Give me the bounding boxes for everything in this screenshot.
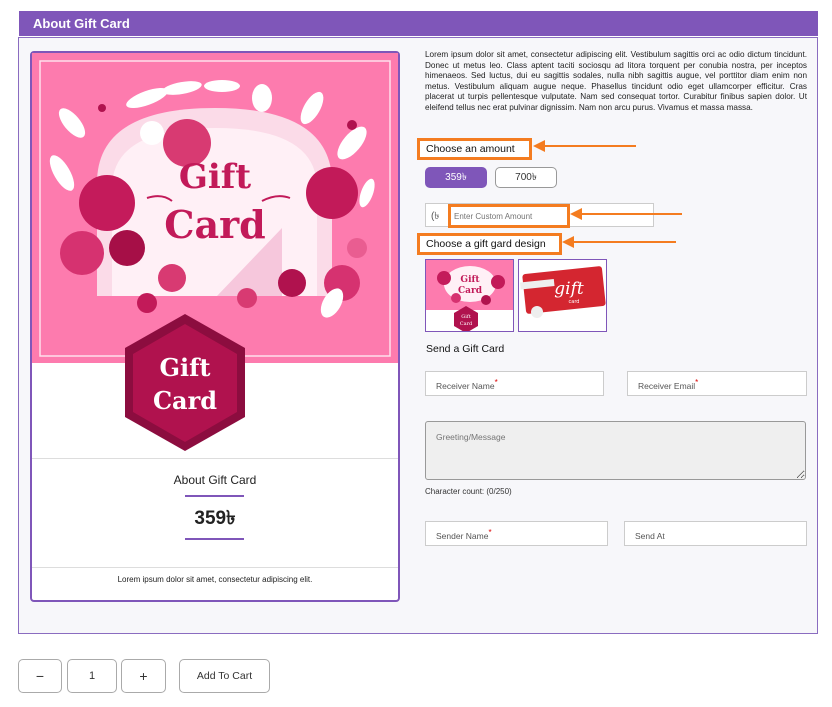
preview-price-underline — [185, 538, 244, 540]
receiver-email-placeholder: Receiver Email — [638, 381, 696, 391]
design-thumb-red[interactable]: gift card — [518, 259, 607, 332]
thumb1-text-gift: Gift — [460, 275, 480, 285]
gift-card-artwork: Gift Card Gift Card — [32, 53, 398, 458]
hex-text-card: Card — [153, 386, 217, 415]
thumb1-hex-card: Card — [460, 321, 473, 327]
choose-design-label: Choose a gift gard design — [417, 233, 562, 255]
preview-title-underline — [185, 495, 244, 497]
sender-name-field[interactable]: Sender Name* — [425, 521, 608, 546]
thumb1-hex-gift: Gift — [461, 314, 470, 320]
send-gift-card-title: Send a Gift Card — [426, 343, 505, 355]
hex-text-gift: Gift — [159, 353, 210, 382]
custom-amount-input[interactable] — [448, 204, 570, 228]
choose-amount-label: Choose an amount — [417, 138, 532, 160]
thumb2-text-gift: gift — [554, 279, 584, 299]
arrow-icon — [533, 140, 636, 152]
required-marker: * — [494, 378, 498, 387]
thumb1-text-card: Card — [458, 286, 483, 296]
character-count: Character count: (0/250) — [425, 487, 512, 496]
receiver-name-field[interactable]: Receiver Name* — [425, 371, 604, 396]
amount-option-700[interactable]: 700৳ — [495, 167, 557, 188]
design-thumb-pink[interactable]: Gift Card Gift Card — [425, 259, 514, 332]
send-at-placeholder: Send At — [635, 531, 665, 541]
card-title-gift: Gift — [179, 157, 252, 197]
quantity-decrease-button[interactable]: − — [18, 659, 62, 693]
sender-name-placeholder: Sender Name — [436, 531, 489, 541]
add-to-cart-button[interactable]: Add To Cart — [179, 659, 270, 693]
arrow-icon — [570, 208, 682, 220]
currency-symbol: (৳ — [431, 211, 440, 222]
product-description: Lorem ipsum dolor sit amet, consectetur … — [425, 50, 807, 112]
preview-price: 359৳ — [194, 508, 236, 529]
quantity-input[interactable]: 1 — [67, 659, 117, 693]
receiver-email-field[interactable]: Receiver Email* — [627, 371, 807, 396]
receiver-name-placeholder: Receiver Name — [436, 381, 495, 391]
preview-title: About Gift Card — [173, 473, 257, 487]
arrow-icon — [562, 236, 676, 248]
required-marker: * — [695, 378, 699, 387]
preview-description: Lorem ipsum dolor sit amet, consectetur … — [32, 567, 398, 584]
quantity-increase-button[interactable]: + — [121, 659, 166, 693]
page-header-title: About Gift Card — [33, 16, 130, 31]
preview-divider — [32, 458, 398, 459]
greeting-message-input[interactable] — [425, 421, 806, 480]
page-header: About Gift Card — [19, 11, 818, 36]
amount-option-359[interactable]: 359৳ — [425, 167, 487, 188]
card-title-card: Card — [164, 202, 265, 247]
send-at-field[interactable]: Send At — [624, 521, 807, 546]
required-marker: * — [488, 528, 492, 537]
thumb2-text-card: card — [569, 299, 580, 305]
